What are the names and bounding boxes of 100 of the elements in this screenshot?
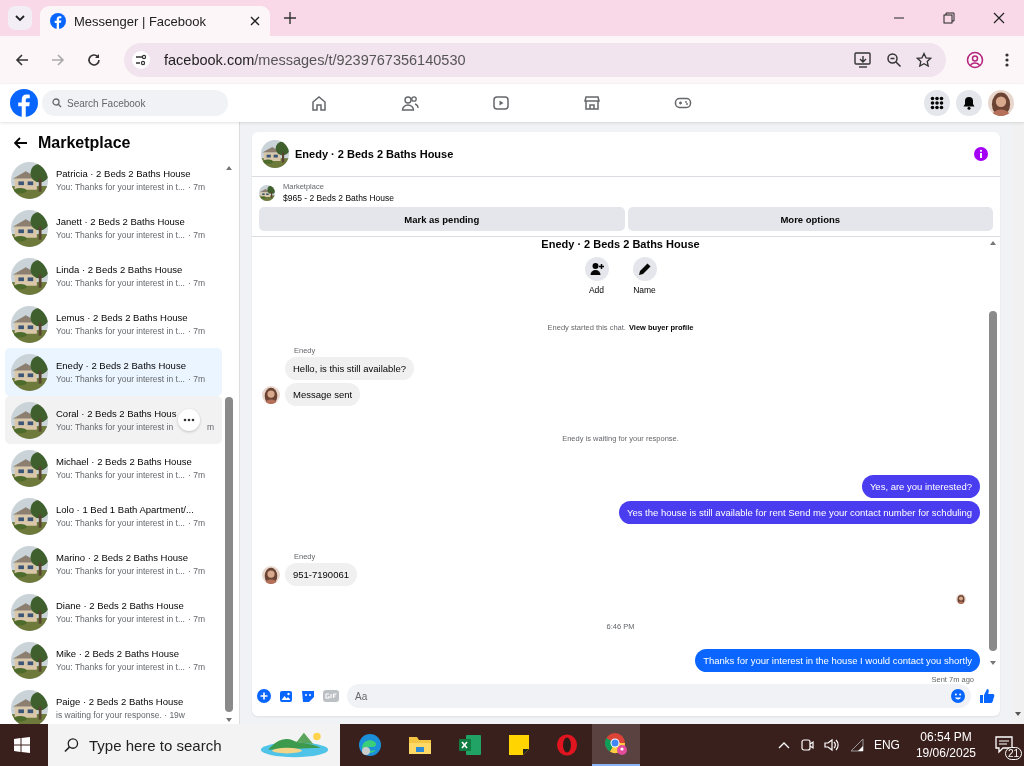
conversation-item[interactable]: Lemus · 2 Beds 2 Baths House You: Thanks for your interest in t... · 7m — [5, 300, 222, 348]
message-time: · 7m — [188, 518, 205, 528]
message-bubble: Yes the house is still available for rent Send me your contact number for schduling — [619, 501, 980, 524]
action-label: Add — [588, 285, 605, 295]
listing-button[interactable]: Mark as pending — [259, 207, 625, 231]
close-icon[interactable] — [250, 16, 260, 26]
edge-icon[interactable] — [358, 733, 382, 757]
taskbar-search-input[interactable]: Type here to search — [88, 736, 249, 754]
action-button[interactable] — [632, 257, 657, 281]
sticker-icon[interactable] — [301, 689, 315, 703]
menu-button[interactable] — [924, 90, 950, 116]
browser-tab[interactable]: Messenger | Facebook — [40, 6, 270, 36]
conversation-item[interactable]: Michael · 2 Beds 2 Baths House You: Thanks for your interest in t... · 7m — [5, 444, 222, 492]
reload-icon[interactable] — [86, 52, 102, 68]
new-tab-icon[interactable] — [284, 12, 296, 24]
message-time: · 7m — [188, 662, 205, 672]
sticky-notes-icon[interactable] — [508, 734, 530, 756]
add-person-icon — [589, 262, 604, 276]
message-time: · 7m — [188, 182, 205, 192]
excel-icon[interactable] — [458, 734, 482, 756]
install-app-icon[interactable] — [854, 52, 872, 68]
conversation-title: Marino · 2 Beds 2 Baths House — [56, 552, 189, 563]
message-bubble: Yes, are you interested? — [861, 475, 980, 498]
wifi-icon[interactable] — [849, 738, 864, 752]
site-settings-icon[interactable] — [132, 51, 150, 69]
message-time: · 7m — [188, 566, 205, 576]
conversation-item[interactable]: Janett · 2 Beds 2 Baths House You: Thanks for your interest in t... · 7m — [5, 204, 222, 252]
chat-title: Enedy · 2 Beds 2 Baths House — [295, 148, 454, 160]
address-bar[interactable]: facebook.com/messages/t/9239767356140530 — [124, 43, 946, 77]
message-bubble: Hello, is this still available? — [285, 357, 414, 380]
message-preview: You: Thanks for your interest in t... — [56, 518, 185, 528]
message-time: · 7m — [188, 374, 205, 384]
folder-icon[interactable] — [408, 734, 432, 756]
action-button[interactable] — [584, 257, 609, 281]
opera-icon[interactable] — [556, 734, 578, 756]
conversation-title: Enedy · 2 Beds 2 Baths House — [56, 360, 187, 371]
emoji-icon[interactable] — [951, 689, 965, 703]
info-icon[interactable] — [974, 147, 988, 161]
chrome-icon — [604, 732, 628, 756]
clock-date[interactable]: 19/06/2025 — [915, 746, 976, 760]
action-label: Name — [633, 285, 656, 295]
close-icon[interactable] — [993, 12, 1005, 24]
photo-icon[interactable] — [279, 689, 293, 703]
friends-icon[interactable] — [401, 94, 419, 112]
chat-intro-title: Enedy · 2 Beds 2 Baths House — [541, 238, 700, 250]
listing-button[interactable]: More options — [627, 207, 993, 231]
message-text-input[interactable]: Aa — [355, 690, 951, 702]
conversation-item[interactable]: Patricia · 2 Beds 2 Baths House You: Thanks for your interest in t... · 7m — [5, 156, 222, 204]
tab-search-button[interactable] — [8, 6, 32, 30]
profile-icon[interactable] — [966, 51, 984, 69]
chevron-down-icon — [14, 12, 26, 24]
avatar — [262, 386, 280, 404]
conversation-item[interactable]: Lolo · 1 Bed 1 Bath Apartment/... You: Thanks for your interest in t... · 7m — [5, 492, 222, 540]
conversation-item[interactable]: Linda · 2 Beds 2 Baths House You: Thanks for your interest in t... · 7m — [5, 252, 222, 300]
search-input[interactable]: Search Facebook — [67, 97, 207, 109]
volume-icon[interactable] — [823, 738, 840, 752]
windows-start-icon[interactable] — [14, 737, 30, 753]
bell-icon — [962, 96, 976, 110]
back-icon[interactable] — [14, 52, 30, 68]
conversation-item[interactable]: Marino · 2 Beds 2 Baths House You: Thanks for your interest in t... · 7m — [5, 540, 222, 588]
menu-icon[interactable] — [1004, 52, 1010, 68]
conversation-item[interactable]: Diane · 2 Beds 2 Baths House You: Thanks for your interest in t... · 7m — [5, 588, 222, 636]
language-indicator[interactable]: ENG — [873, 738, 900, 752]
video-icon[interactable] — [492, 94, 510, 112]
back-icon[interactable] — [14, 137, 28, 149]
pencil-icon — [637, 262, 652, 276]
taskbar-app[interactable] — [592, 724, 640, 766]
conversation-item[interactable]: Enedy · 2 Beds 2 Baths House You: Thanks for your interest in t... · 7m — [5, 348, 222, 396]
taskbar-search-field[interactable]: Type here to search — [48, 724, 340, 766]
message-bubble: Thanks for your interest in the house I would contact you shortly — [695, 649, 980, 672]
conversation-title: Patricia · 2 Beds 2 Baths House — [56, 168, 192, 179]
search-field[interactable]: Search Facebook — [42, 90, 228, 116]
home-icon[interactable] — [310, 94, 328, 112]
conversation-item[interactable]: Mike · 2 Beds 2 Baths House You: Thanks for your interest in t... · 7m — [5, 636, 222, 684]
conversation-title: Diane · 2 Beds 2 Baths House — [56, 600, 185, 611]
plus-icon[interactable] — [257, 689, 271, 703]
marketplace-icon[interactable] — [583, 94, 601, 112]
zoom-icon[interactable] — [886, 52, 902, 68]
notification-count: 21 — [1004, 747, 1022, 760]
message-time: m — [206, 422, 214, 432]
clock-time[interactable]: 06:54 PM — [920, 730, 972, 744]
camera-icon[interactable] — [799, 738, 814, 752]
restore-icon[interactable] — [943, 12, 955, 24]
facebook-logo-icon[interactable] — [10, 89, 38, 117]
message-input[interactable]: Aa — [347, 684, 971, 708]
message-preview: is waiting for your response. · 19w — [56, 710, 185, 720]
message-preview: You: Thanks for your interest in t... — [56, 230, 185, 240]
more-button[interactable] — [178, 409, 200, 431]
chevron-up-icon[interactable] — [777, 741, 790, 749]
conversation-item[interactable]: Paige · 2 Beds 2 Baths House is waiting for your response. · 19w — [5, 684, 222, 724]
conversation-item[interactable]: Coral · 2 Beds 2 Baths Hous You: Thanks for your interest in m — [5, 396, 222, 444]
message-bubble: 951-7190061 — [285, 563, 357, 586]
star-icon[interactable] — [916, 52, 932, 68]
notifications-button[interactable] — [956, 90, 982, 116]
message-preview: You: Thanks for your interest in t... — [56, 326, 185, 336]
page-scrollbar[interactable] — [1012, 122, 1024, 724]
conversation-title: Mike · 2 Beds 2 Baths House — [56, 648, 181, 659]
message-preview: You: Thanks for your interest in — [56, 422, 174, 432]
thumbs-up-icon[interactable] — [979, 688, 995, 704]
message-preview: You: Thanks for your interest in t... — [56, 374, 185, 384]
